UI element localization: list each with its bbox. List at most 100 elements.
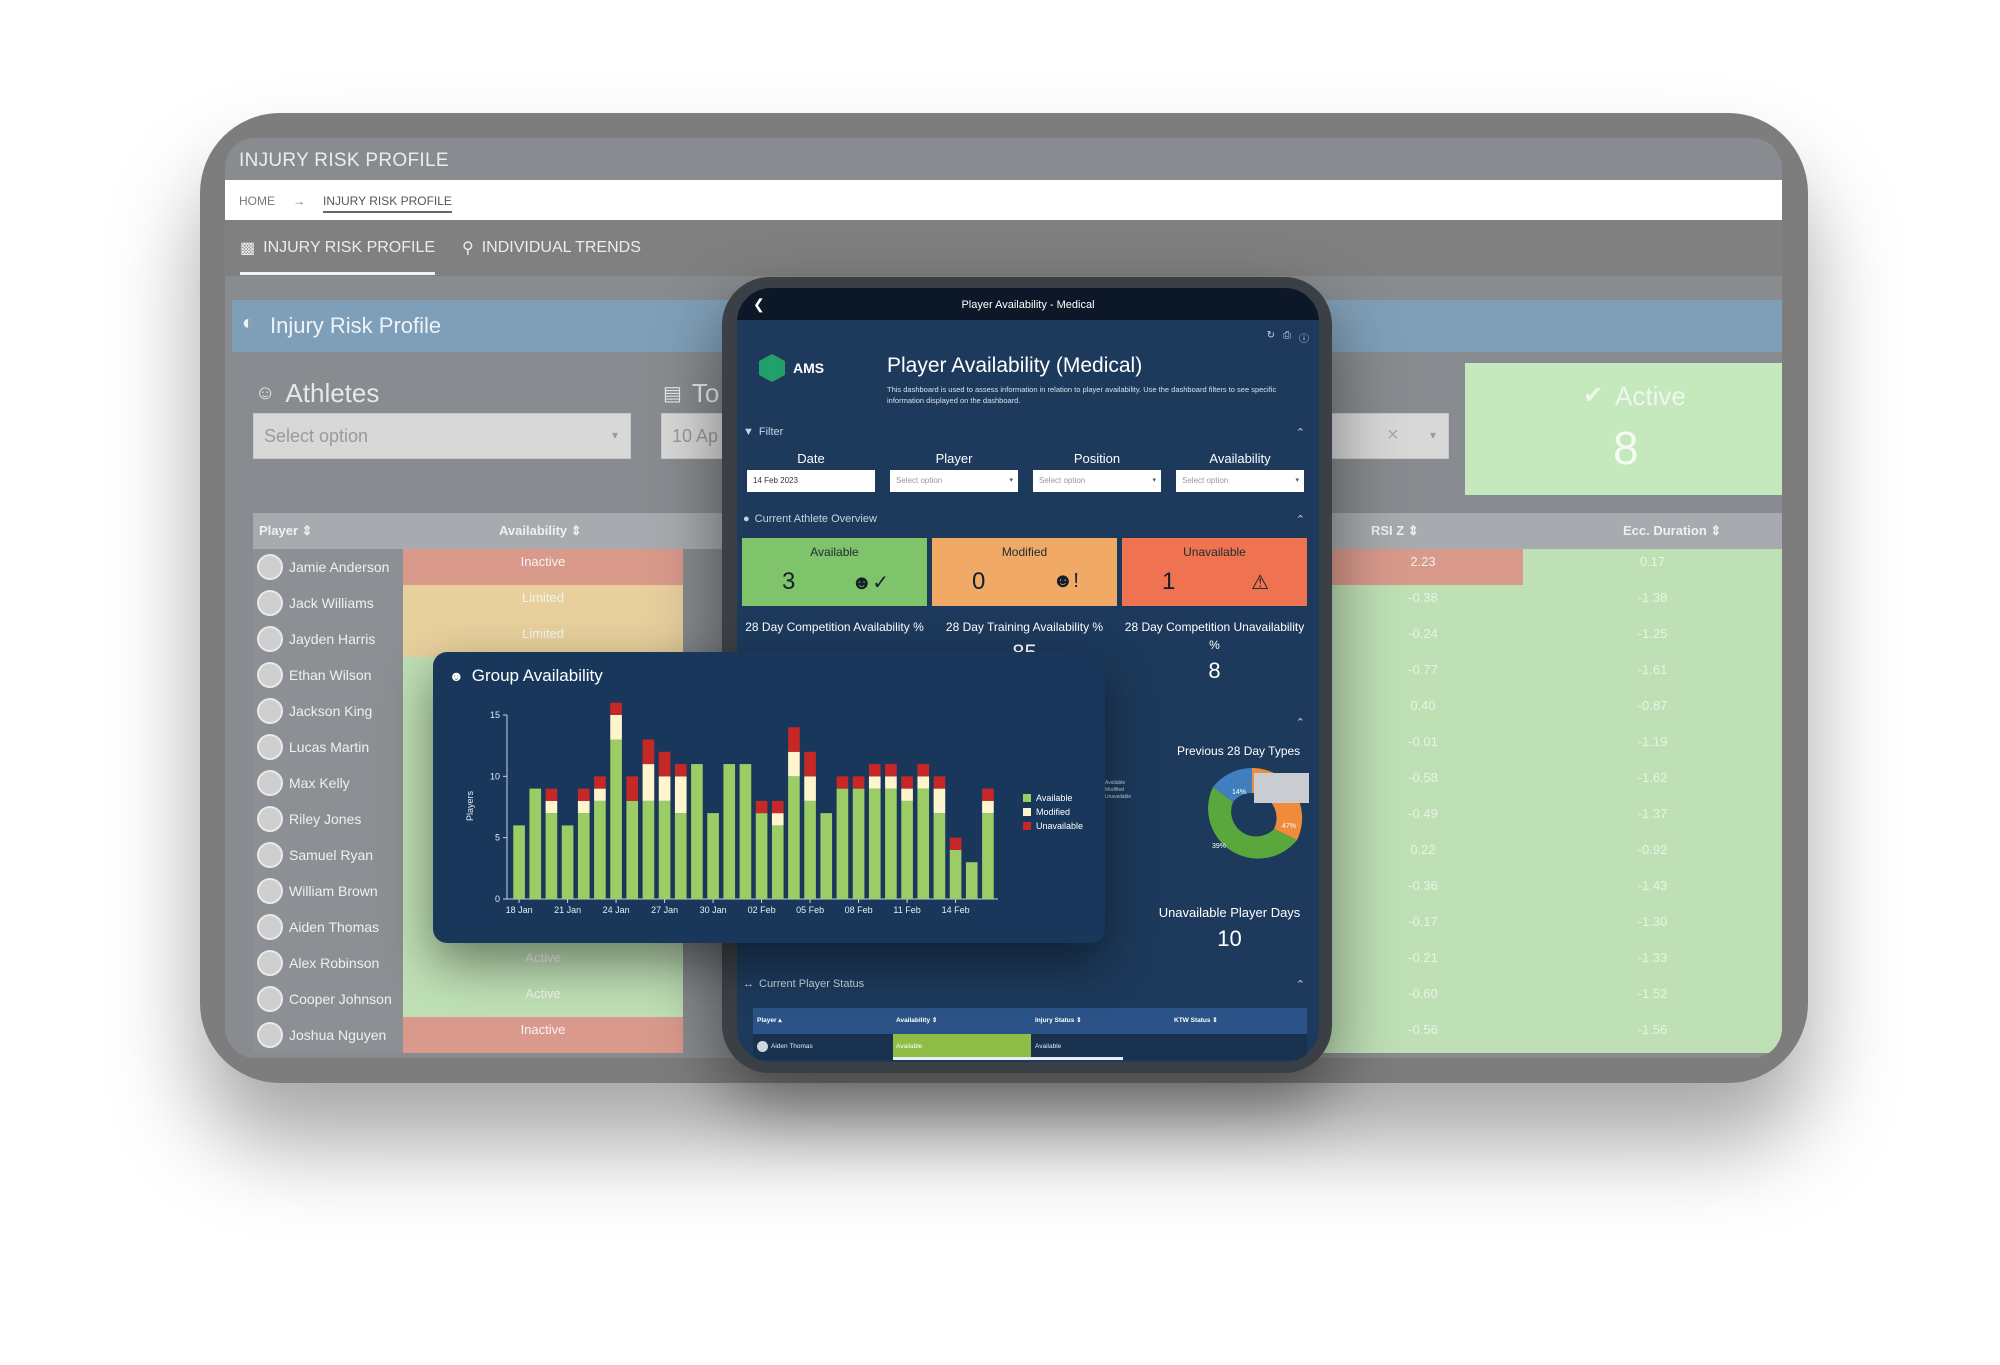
date-input[interactable]: 14 Feb 2023 xyxy=(747,470,875,492)
bar-segment-available[interactable] xyxy=(933,813,946,899)
bar-segment-unavailable[interactable] xyxy=(545,788,558,801)
bar-segment-modified[interactable] xyxy=(674,776,687,814)
info-icon[interactable]: ⓘ xyxy=(1299,330,1309,345)
column-player[interactable]: Player ▴ xyxy=(757,1016,782,1024)
bar-segment-available[interactable] xyxy=(707,813,719,899)
print-icon[interactable]: ⎙ xyxy=(1283,330,1291,345)
availability-select[interactable]: Select option ▾ xyxy=(1176,470,1304,492)
bar-segment-modified[interactable] xyxy=(917,776,930,789)
column-ktw-status[interactable]: KTW Status ⇕ xyxy=(1174,1016,1218,1024)
bar-segment-unavailable[interactable] xyxy=(594,776,606,789)
to-date-input[interactable]: 10 Ap xyxy=(661,413,731,459)
bar-segment-available[interactable] xyxy=(755,813,768,899)
tab-individual-trends[interactable]: ⚲ INDIVIDUAL TRENDS xyxy=(462,238,641,258)
bar-segment-available[interactable] xyxy=(788,776,800,899)
bar-segment-modified[interactable] xyxy=(885,776,897,789)
bar-segment-unavailable[interactable] xyxy=(626,776,639,801)
bar-segment-available[interactable] xyxy=(771,825,784,899)
column-player[interactable]: Player ⇕ xyxy=(259,523,313,539)
bar-segment-available[interactable] xyxy=(901,800,913,899)
bar-segment-unavailable[interactable] xyxy=(917,764,930,777)
bar-segment-unavailable[interactable] xyxy=(901,776,913,789)
bar-segment-available[interactable] xyxy=(594,800,606,899)
bar-segment-available[interactable] xyxy=(642,800,655,899)
bar-segment-unavailable[interactable] xyxy=(674,764,687,777)
bar-segment-available[interactable] xyxy=(836,788,849,899)
bar-segment-available[interactable] xyxy=(852,788,865,899)
bar-segment-unavailable[interactable] xyxy=(982,788,994,801)
bar-segment-unavailable[interactable] xyxy=(577,788,590,801)
collapse-caret-icon[interactable]: ⌃ xyxy=(1296,716,1305,729)
bar-segment-available[interactable] xyxy=(739,764,752,899)
bar-segment-available[interactable] xyxy=(917,788,930,899)
bar-segment-modified[interactable] xyxy=(658,776,671,801)
bar-segment-modified[interactable] xyxy=(901,788,913,801)
bar-segment-modified[interactable] xyxy=(804,776,816,801)
bar-segment-available[interactable] xyxy=(982,813,994,899)
bar-segment-unavailable[interactable] xyxy=(949,837,962,850)
bar-segment-available[interactable] xyxy=(610,739,622,899)
bar-segment-modified[interactable] xyxy=(788,751,800,777)
breadcrumb-home[interactable]: HOME xyxy=(239,194,275,208)
collapse-caret-icon[interactable]: ⌃ xyxy=(1296,513,1305,526)
bar-segment-available[interactable] xyxy=(577,813,590,899)
bar-segment-available[interactable] xyxy=(674,813,687,899)
bar-segment-available[interactable] xyxy=(691,764,703,899)
bar-segment-modified[interactable] xyxy=(577,800,590,814)
collapse-caret-icon[interactable]: ⌃ xyxy=(1296,426,1305,439)
bar-segment-modified[interactable] xyxy=(868,776,881,789)
status-select[interactable]: × ▾ xyxy=(1331,413,1449,459)
chevron-down-icon[interactable]: ▾ xyxy=(1430,428,1436,442)
tab-injury-risk-profile[interactable]: ▩ INJURY RISK PROFILE xyxy=(240,238,436,275)
bar-segment-unavailable[interactable] xyxy=(788,727,800,752)
bar-segment-modified[interactable] xyxy=(610,715,622,740)
status-section-header[interactable]: ↔ Current Player Status xyxy=(743,978,864,990)
column-injury-status[interactable]: Injury Status ⇕ xyxy=(1035,1016,1082,1024)
bar-segment-modified[interactable] xyxy=(771,813,784,826)
collapse-caret-icon[interactable]: ⌃ xyxy=(1296,978,1305,991)
athletes-select[interactable]: Select option ▾ xyxy=(253,413,631,459)
bar-segment-available[interactable] xyxy=(561,825,574,899)
back-arrow-icon[interactable]: ❮ xyxy=(753,296,765,313)
bar-segment-modified[interactable] xyxy=(933,788,946,814)
table-row[interactable]: Aiden Thomas Available Available xyxy=(753,1034,1307,1060)
bar-segment-available[interactable] xyxy=(545,813,558,899)
bar-segment-unavailable[interactable] xyxy=(868,764,881,777)
scrollbar[interactable] xyxy=(893,1057,1123,1060)
bar-segment-unavailable[interactable] xyxy=(804,751,816,777)
column-ecc-duration[interactable]: Ecc. Duration ⇕ xyxy=(1623,523,1721,539)
bar-segment-modified[interactable] xyxy=(594,788,606,801)
bar-segment-available[interactable] xyxy=(820,813,833,899)
bar-segment-available[interactable] xyxy=(885,788,897,899)
bar-segment-modified[interactable] xyxy=(545,800,558,814)
clear-icon[interactable]: × xyxy=(1387,424,1399,447)
bar-segment-available[interactable] xyxy=(804,800,816,899)
bar-segment-available[interactable] xyxy=(723,764,736,899)
bar-segment-available[interactable] xyxy=(949,849,962,899)
bar-segment-modified[interactable] xyxy=(982,800,994,814)
bar-segment-available[interactable] xyxy=(965,862,978,899)
bar-segment-available[interactable] xyxy=(529,788,542,899)
bar-segment-unavailable[interactable] xyxy=(771,800,784,814)
position-select[interactable]: Select option ▾ xyxy=(1033,470,1161,492)
bar-segment-unavailable[interactable] xyxy=(852,776,865,789)
bar-segment-modified[interactable] xyxy=(642,764,655,801)
bar-segment-unavailable[interactable] xyxy=(885,764,897,777)
bar-segment-unavailable[interactable] xyxy=(755,800,768,814)
refresh-icon[interactable]: ↻ xyxy=(1267,330,1275,345)
bar-segment-available[interactable] xyxy=(513,825,525,899)
overview-section-header[interactable]: ● Current Athlete Overview xyxy=(743,513,877,525)
bar-segment-available[interactable] xyxy=(658,800,671,899)
column-availability[interactable]: Availability ⇕ xyxy=(499,523,582,539)
bar-segment-unavailable[interactable] xyxy=(642,739,655,765)
bar-segment-available[interactable] xyxy=(626,800,639,899)
bar-segment-unavailable[interactable] xyxy=(658,751,671,777)
player-select[interactable]: Select option ▾ xyxy=(890,470,1018,492)
bar-segment-unavailable[interactable] xyxy=(933,776,946,789)
column-rsi-z[interactable]: RSI Z ⇕ xyxy=(1371,523,1419,539)
column-availability[interactable]: Availability ⇕ xyxy=(896,1016,937,1024)
filter-section-header[interactable]: ▼ Filter xyxy=(743,426,783,438)
bar-segment-unavailable[interactable] xyxy=(610,702,622,715)
bar-segment-available[interactable] xyxy=(868,788,881,899)
bar-segment-unavailable[interactable] xyxy=(836,776,849,789)
